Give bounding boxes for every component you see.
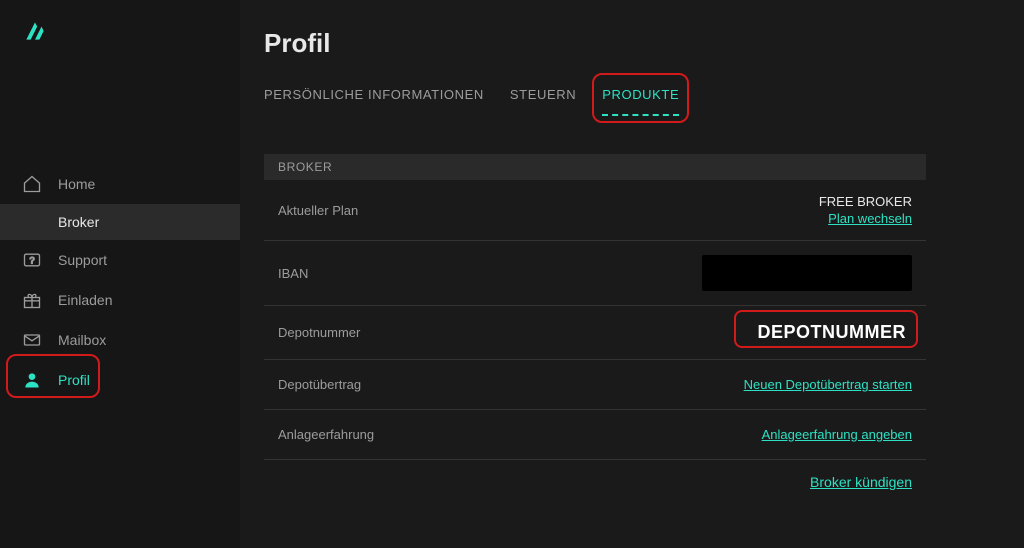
row-cancel: Broker kündigen bbox=[264, 460, 926, 490]
sidebar-item-einladen[interactable]: Einladen bbox=[0, 280, 240, 320]
sidebar-item-home[interactable]: Home bbox=[0, 164, 240, 204]
row-transfer: Depotübertrag Neuen Depotübertrag starte… bbox=[264, 360, 926, 410]
iban-redacted bbox=[702, 255, 912, 291]
sidebar-item-label: Home bbox=[58, 176, 95, 192]
sidebar-item-broker[interactable]: Broker bbox=[0, 204, 240, 240]
broker-section: BROKER Aktueller Plan FREE BROKER Plan w… bbox=[264, 154, 926, 490]
row-label: Depotnummer bbox=[278, 325, 360, 340]
row-experience: Anlageerfahrung Anlageerfahrung angeben bbox=[264, 410, 926, 460]
sidebar-item-mailbox[interactable]: Mailbox bbox=[0, 320, 240, 360]
sidebar-item-support[interactable]: ? Support bbox=[0, 240, 240, 280]
sidebar-item-label: Mailbox bbox=[58, 332, 106, 348]
tab-label: PRODUKTE bbox=[602, 87, 679, 102]
tab-personal[interactable]: PERSÖNLICHE INFORMATIONEN bbox=[264, 87, 484, 114]
home-icon bbox=[22, 174, 42, 194]
row-label: Aktueller Plan bbox=[278, 203, 358, 218]
plan-value: FREE BROKER bbox=[819, 194, 912, 209]
sidebar-item-label: Support bbox=[58, 252, 107, 268]
row-depot: Depotnummer DEPOTNUMMER bbox=[264, 306, 926, 360]
row-iban: IBAN bbox=[264, 241, 926, 306]
row-plan: Aktueller Plan FREE BROKER Plan wechseln bbox=[264, 180, 926, 241]
start-transfer-link[interactable]: Neuen Depotübertrag starten bbox=[744, 377, 912, 392]
row-label: IBAN bbox=[278, 266, 308, 281]
content-area: Profil PERSÖNLICHE INFORMATIONEN STEUERN… bbox=[240, 0, 1024, 548]
svg-text:?: ? bbox=[29, 255, 34, 265]
tab-products[interactable]: PRODUKTE bbox=[602, 87, 679, 114]
section-header: BROKER bbox=[264, 154, 926, 180]
mail-icon bbox=[22, 330, 42, 350]
support-icon: ? bbox=[22, 250, 42, 270]
gift-icon bbox=[22, 290, 42, 310]
experience-link[interactable]: Anlageerfahrung angeben bbox=[762, 427, 912, 442]
cancel-broker-link[interactable]: Broker kündigen bbox=[810, 474, 912, 490]
row-label: Depotübertrag bbox=[278, 377, 361, 392]
page-title: Profil bbox=[264, 28, 1006, 59]
nav-list: Home Broker ? Support Einladen bbox=[0, 164, 240, 400]
sidebar-item-label: Profil bbox=[58, 372, 90, 388]
sidebar-item-profil[interactable]: Profil bbox=[0, 360, 240, 400]
change-plan-link[interactable]: Plan wechseln bbox=[828, 211, 912, 226]
sidebar: Home Broker ? Support Einladen bbox=[0, 0, 240, 548]
row-label: Anlageerfahrung bbox=[278, 427, 374, 442]
sidebar-item-label: Einladen bbox=[58, 292, 113, 308]
person-icon bbox=[22, 370, 42, 390]
tab-tax[interactable]: STEUERN bbox=[510, 87, 576, 114]
tab-bar: PERSÖNLICHE INFORMATIONEN STEUERN PRODUK… bbox=[264, 87, 1006, 114]
depot-value: DEPOTNUMMER bbox=[752, 320, 913, 345]
sidebar-item-label: Broker bbox=[58, 214, 99, 230]
app-logo-icon bbox=[22, 18, 48, 44]
